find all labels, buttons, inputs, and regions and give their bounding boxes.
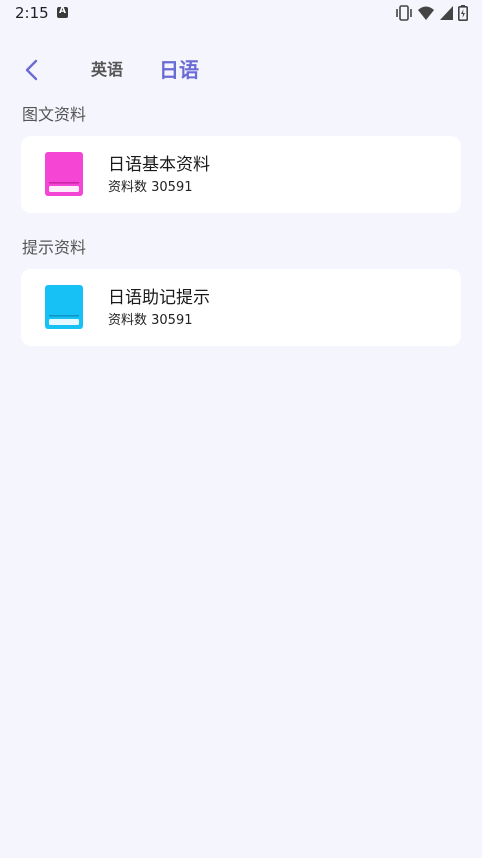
wifi-icon: [418, 6, 434, 20]
signal-icon: [440, 6, 453, 20]
card-japanese-mnemonic-hints[interactable]: 日语助记提示 资料数 30591: [21, 269, 461, 346]
tab-japanese[interactable]: 日语: [159, 56, 199, 84]
back-button[interactable]: [18, 56, 46, 84]
battery-icon: [458, 5, 468, 21]
card-count: 资料数 30591: [108, 180, 193, 195]
card-title: 日语基本资料: [108, 155, 210, 175]
card-title: 日语助记提示: [108, 288, 210, 308]
status-time: 2:15: [15, 4, 49, 22]
back-arrow-icon: [25, 59, 38, 81]
notification-icon: A: [57, 6, 68, 18]
header: 英语 日语: [0, 48, 482, 92]
notification-letter: A: [59, 6, 66, 16]
tab-english[interactable]: 英语: [91, 56, 123, 84]
section-title-hint-materials: 提示资料: [22, 238, 87, 257]
section-title-graphic-materials: 图文资料: [22, 105, 87, 124]
status-icons: [395, 5, 468, 21]
book-icon: [45, 152, 83, 196]
screen: 2:15 A 英语 日语 图文资料 日语基本资料 资料数 30591 提示资料 …: [0, 0, 482, 858]
vibrate-icon: [396, 5, 412, 21]
book-icon: [45, 285, 83, 329]
status-bar: 2:15 A: [0, 0, 482, 28]
card-japanese-basic-materials[interactable]: 日语基本资料 资料数 30591: [21, 136, 461, 213]
card-count: 资料数 30591: [108, 313, 193, 328]
